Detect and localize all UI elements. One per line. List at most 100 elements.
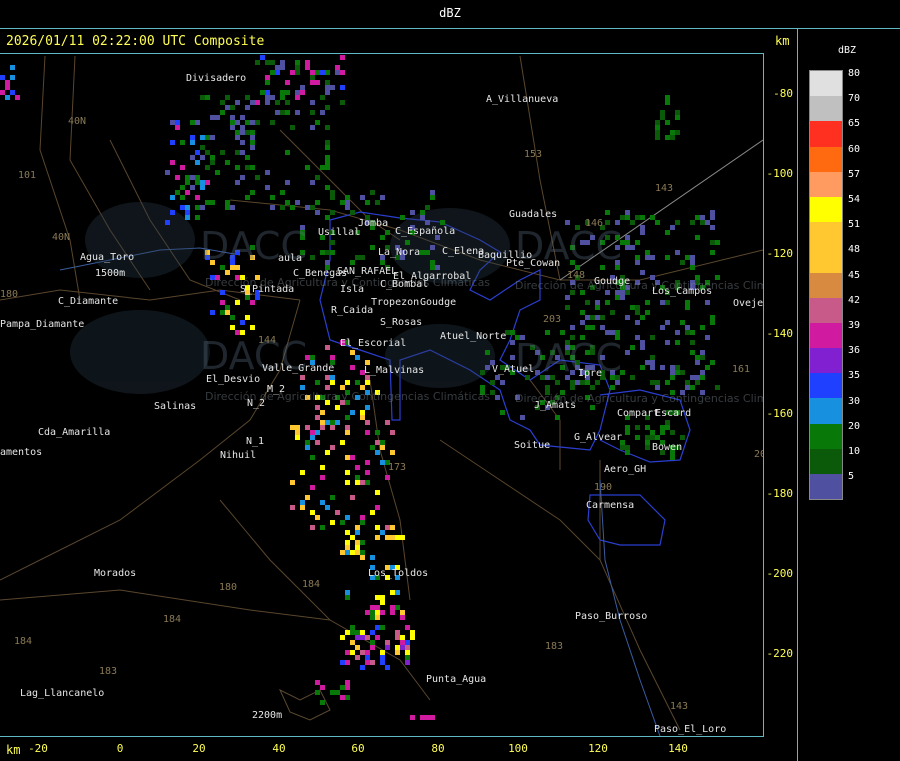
place-label: 148 xyxy=(567,270,586,281)
x-tick-label: 80 xyxy=(431,742,445,755)
echo-pixel xyxy=(300,90,305,95)
echo-pixel xyxy=(690,350,695,355)
place-label: V_Atuel xyxy=(492,364,535,375)
legend-swatch xyxy=(810,121,842,147)
place-label: 153 xyxy=(524,149,543,160)
echo-pixel xyxy=(250,325,255,330)
echo-pixel xyxy=(355,480,360,485)
echo-pixel xyxy=(265,170,270,175)
echo-pixel xyxy=(325,505,330,510)
echo-pixel xyxy=(325,250,330,255)
echo-pixel xyxy=(705,335,710,340)
echo-pixel xyxy=(210,135,215,140)
echo-pixel xyxy=(355,550,360,555)
echo-pixel xyxy=(5,95,10,100)
y-tick-label: -200 xyxy=(766,567,794,580)
legend-label: 65 xyxy=(848,118,861,130)
echo-pixel xyxy=(625,450,630,455)
map-border-bottom xyxy=(0,736,764,737)
echo-pixel xyxy=(180,195,185,200)
echo-pixel xyxy=(590,385,595,390)
echo-pixel xyxy=(405,625,410,630)
echo-pixel xyxy=(705,220,710,225)
echo-pixel xyxy=(310,80,315,85)
echo-pixel xyxy=(345,530,350,535)
place-label: 101 xyxy=(18,170,37,181)
place-label: 2200m xyxy=(252,710,283,721)
echo-pixel xyxy=(250,165,255,170)
echo-pixel xyxy=(635,320,640,325)
echo-pixel xyxy=(605,300,610,305)
echo-pixel xyxy=(365,380,370,385)
legend-label: 5 xyxy=(848,471,855,483)
echo-pixel xyxy=(620,295,625,300)
echo-pixel xyxy=(230,105,235,110)
echo-pixel xyxy=(380,660,385,665)
echo-pixel xyxy=(385,665,390,670)
echo-pixel xyxy=(260,55,265,60)
echo-pixel xyxy=(670,225,675,230)
echo-pixel xyxy=(330,375,335,380)
legend-label: 20 xyxy=(848,420,861,432)
echo-pixel xyxy=(305,65,310,70)
echo-pixel xyxy=(245,130,250,135)
echo-pixel xyxy=(250,135,255,140)
echo-pixel xyxy=(365,655,370,660)
place-label: Cda_Amarilla xyxy=(38,427,111,438)
place-label: 205 xyxy=(754,449,763,460)
echo-pixel xyxy=(665,340,670,345)
place-label: amentos xyxy=(0,447,43,458)
echo-pixel xyxy=(360,635,365,640)
place-label: L_Malvinas xyxy=(364,365,425,376)
place-label: 180 xyxy=(0,289,19,300)
echo-pixel xyxy=(645,310,650,315)
place-label: Salinas xyxy=(154,401,197,412)
echo-pixel xyxy=(690,340,695,345)
echo-pixel xyxy=(200,135,205,140)
echo-pixel xyxy=(245,105,250,110)
echo-pixel xyxy=(225,205,230,210)
echo-pixel xyxy=(325,165,330,170)
echo-pixel xyxy=(285,90,290,95)
x-tick-label: 40 xyxy=(272,742,286,755)
echo-pixel xyxy=(380,235,385,240)
x-tick-label: 140 xyxy=(668,742,688,755)
echo-pixel xyxy=(410,210,415,215)
radar-map[interactable]: DACC DACC DACC DACC Dirección de Agricul… xyxy=(0,54,763,736)
place-label: Pampa_Diamante xyxy=(0,319,85,330)
echo-pixel xyxy=(375,525,380,530)
echo-pixel xyxy=(310,510,315,515)
echo-pixel xyxy=(375,615,380,620)
echo-pixel xyxy=(240,175,245,180)
echo-pixel xyxy=(625,425,630,430)
echo-pixel xyxy=(350,625,355,630)
echo-pixel xyxy=(335,420,340,425)
echo-pixel xyxy=(230,325,235,330)
echo-pixel xyxy=(185,180,190,185)
echo-pixel xyxy=(395,635,400,640)
place-label: J_Amats xyxy=(534,400,577,411)
echo-pixel xyxy=(330,250,335,255)
echo-pixel xyxy=(255,60,260,65)
echo-pixel xyxy=(225,270,230,275)
echo-pixel xyxy=(685,330,690,335)
echo-pixel xyxy=(360,195,365,200)
echo-pixel xyxy=(380,260,385,265)
place-label: 161 xyxy=(732,364,751,375)
echo-pixel xyxy=(430,190,435,195)
echo-pixel xyxy=(625,245,630,250)
echo-pixel xyxy=(200,205,205,210)
echo-pixel xyxy=(355,630,360,635)
echo-pixel xyxy=(315,680,320,685)
echo-pixel xyxy=(200,180,205,185)
echo-pixel xyxy=(200,95,205,100)
echo-pixel xyxy=(710,210,715,215)
frame-divider-top xyxy=(0,28,900,29)
echo-pixel xyxy=(10,75,15,80)
echo-pixel xyxy=(595,300,600,305)
echo-pixel xyxy=(190,185,195,190)
echo-pixel xyxy=(225,200,230,205)
echo-pixel xyxy=(320,410,325,415)
echo-pixel xyxy=(355,635,360,640)
place-label: Pte_Cowan xyxy=(506,258,561,269)
